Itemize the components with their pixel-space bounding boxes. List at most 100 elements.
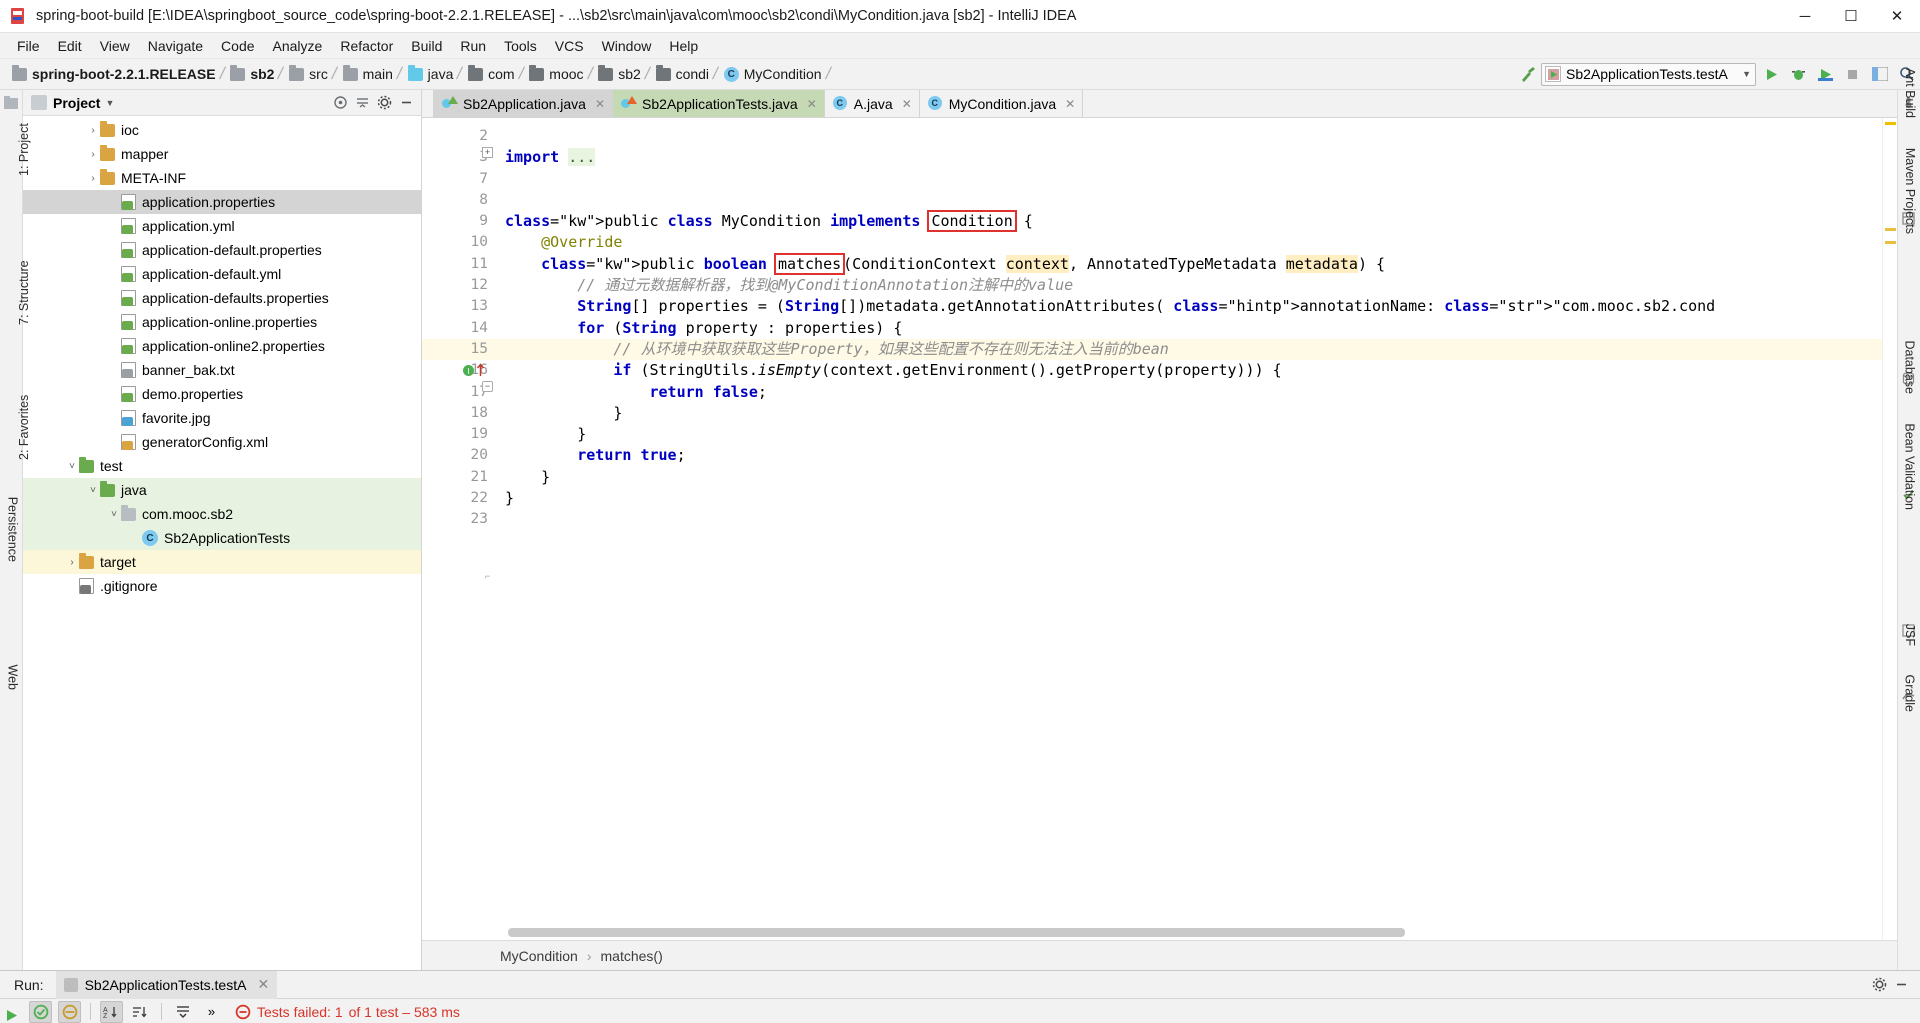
sort-alphabetically-icon[interactable]: AZ bbox=[100, 1000, 123, 1023]
tree-item-application-properties[interactable]: application.properties bbox=[23, 190, 421, 214]
editor-tab-sb2application[interactable]: Sb2Application.java ✕ bbox=[434, 90, 614, 117]
code-line-10[interactable]: @Override bbox=[497, 232, 1882, 253]
debug-button[interactable] bbox=[1785, 62, 1812, 87]
menu-item-edit[interactable]: Edit bbox=[49, 35, 91, 57]
sidebar-item-structure[interactable]: 7: Structure bbox=[17, 260, 31, 325]
sidebar-item-bean-validation[interactable]: Bean Validation bbox=[1903, 423, 1917, 510]
code-line-15[interactable]: // 从环境中获取获取这些Property，如果这些配置不存在则无法注入当前的b… bbox=[497, 338, 1882, 361]
code-line-11[interactable]: class="kw">public boolean matches (Condit… bbox=[497, 252, 1882, 275]
code-line-8[interactable] bbox=[497, 190, 1882, 211]
tree-item-com-mooc-sb2[interactable]: ˅ com.mooc.sb2 bbox=[23, 502, 421, 526]
scroll-from-source-icon[interactable] bbox=[329, 92, 351, 114]
expand-arrow-icon[interactable]: › bbox=[86, 125, 100, 136]
breadcrumb-item-src[interactable]: src bbox=[285, 59, 330, 90]
expand-all-icon[interactable] bbox=[171, 1001, 194, 1023]
breadcrumb-item-mooc[interactable]: mooc bbox=[525, 59, 585, 90]
hide-panel-icon[interactable] bbox=[395, 92, 417, 114]
breadcrumb-item-sb2[interactable]: sb2 bbox=[594, 59, 643, 90]
menu-item-navigate[interactable]: Navigate bbox=[139, 35, 212, 57]
close-icon[interactable]: ✕ bbox=[807, 97, 817, 111]
code-line-20[interactable]: return true; bbox=[497, 445, 1882, 466]
tree-item-banner-bak-txt[interactable]: banner_bak.txt bbox=[23, 358, 421, 382]
gear-icon[interactable] bbox=[373, 92, 395, 114]
more-icon[interactable]: » bbox=[200, 1001, 223, 1023]
warning-marker[interactable] bbox=[1885, 228, 1896, 231]
close-icon[interactable]: ✕ bbox=[257, 976, 269, 993]
code-line-12[interactable]: // 通过元数据解析器，找到@MyConditionAnnotation注解中的… bbox=[497, 275, 1882, 296]
editor-tab-sb2applicationtests[interactable]: Sb2ApplicationTests.java ✕ bbox=[613, 90, 825, 117]
menu-item-run[interactable]: Run bbox=[451, 35, 495, 57]
tree-item-application-default-yml[interactable]: application-default.yml bbox=[23, 262, 421, 286]
tree-item-application-online-properties[interactable]: application-online.properties bbox=[23, 310, 421, 334]
warning-marker[interactable] bbox=[1885, 122, 1896, 125]
warning-marker[interactable] bbox=[1885, 241, 1896, 244]
tree-item-sb2applicationtests[interactable]: C Sb2ApplicationTests bbox=[23, 526, 421, 550]
tree-item-application-yml[interactable]: application.yml bbox=[23, 214, 421, 238]
expand-arrow-icon[interactable]: › bbox=[86, 149, 100, 160]
expand-arrow-icon[interactable]: ˅ bbox=[107, 509, 121, 520]
gear-icon[interactable] bbox=[1868, 974, 1890, 996]
show-passed-icon[interactable] bbox=[29, 1000, 52, 1023]
close-icon[interactable]: ✕ bbox=[595, 97, 605, 111]
sidebar-item-project[interactable]: 1: Project bbox=[17, 123, 31, 176]
menu-item-tools[interactable]: Tools bbox=[495, 35, 546, 57]
fold-method-icon[interactable]: − bbox=[482, 381, 493, 392]
menu-item-help[interactable]: Help bbox=[660, 35, 707, 57]
menu-item-refactor[interactable]: Refactor bbox=[331, 35, 402, 57]
sidebar-item-database[interactable]: Database bbox=[1903, 340, 1917, 394]
close-button[interactable]: ✕ bbox=[1874, 0, 1920, 33]
expand-arrow-icon[interactable]: › bbox=[86, 173, 100, 184]
chevron-down-icon[interactable]: ▼ bbox=[105, 98, 114, 108]
sidebar-item-jsf[interactable]: JSF bbox=[1903, 624, 1917, 646]
breadcrumb-item-sb2[interactable]: sb2 bbox=[226, 59, 276, 90]
tree-item-target[interactable]: › target bbox=[23, 550, 421, 574]
sidebar-item-persistence[interactable]: Persistence bbox=[5, 497, 19, 562]
editor-tab-mycondition[interactable]: C MyCondition.java ✕ bbox=[920, 90, 1084, 117]
code-line-13[interactable]: String[] properties = (String[])metadata… bbox=[497, 296, 1882, 317]
expand-arrow-icon[interactable]: ˅ bbox=[86, 485, 100, 496]
horizontal-scrollbar[interactable] bbox=[508, 928, 1867, 937]
stop-button[interactable] bbox=[1839, 62, 1866, 87]
tree-item-mapper[interactable]: › mapper bbox=[23, 142, 421, 166]
layout-button[interactable] bbox=[1866, 62, 1893, 87]
menu-item-build[interactable]: Build bbox=[402, 35, 451, 57]
sidebar-item-ant-build[interactable]: Ant Build bbox=[1903, 68, 1917, 118]
code-content[interactable]: import ... class="kw">public class MyCon… bbox=[497, 118, 1882, 940]
breadcrumb-item-java[interactable]: java bbox=[404, 59, 456, 90]
breadcrumb-item-main[interactable]: main bbox=[339, 59, 395, 90]
sidebar-item-gradle[interactable]: Gradle bbox=[1903, 674, 1917, 712]
show-ignored-icon[interactable] bbox=[58, 1000, 81, 1023]
menu-item-window[interactable]: Window bbox=[593, 35, 661, 57]
breadcrumb-method[interactable]: matches() bbox=[601, 948, 663, 964]
breadcrumb-class[interactable]: MyCondition bbox=[500, 948, 578, 964]
sort-by-duration-icon[interactable] bbox=[129, 1001, 152, 1023]
build-hammer-icon[interactable] bbox=[1515, 62, 1541, 86]
collapse-all-icon[interactable] bbox=[351, 92, 373, 114]
breadcrumb-item-mycondition[interactable]: C MyCondition bbox=[720, 59, 824, 90]
run-tab[interactable]: Sb2ApplicationTests.testA ✕ bbox=[55, 970, 278, 999]
run-configuration-selector[interactable]: Sb2ApplicationTests.testA ▼ bbox=[1541, 62, 1756, 86]
sidebar-item-web[interactable]: Web bbox=[5, 665, 19, 690]
code-line-7[interactable] bbox=[497, 169, 1882, 190]
minimize-button[interactable]: ─ bbox=[1782, 0, 1828, 33]
run-with-coverage-button[interactable] bbox=[1812, 62, 1839, 87]
rerun-icon[interactable] bbox=[3, 1007, 20, 1023]
tree-item-test[interactable]: ˅ test bbox=[23, 454, 421, 478]
maximize-button[interactable]: ☐ bbox=[1828, 0, 1874, 33]
code-line-3[interactable]: import ... bbox=[497, 147, 1882, 168]
tree-item-java[interactable]: ˅ java bbox=[23, 478, 421, 502]
code-line-23[interactable] bbox=[497, 509, 1882, 530]
gutter-markers[interactable]: I bbox=[462, 363, 485, 377]
code-line-21[interactable]: } bbox=[497, 467, 1882, 488]
sidebar-item-favorites[interactable]: 2: Favorites bbox=[17, 395, 31, 460]
code-line-14[interactable]: for (String property : properties) { bbox=[497, 318, 1882, 339]
hide-panel-icon[interactable] bbox=[1890, 974, 1912, 996]
tree-item-favorite-jpg[interactable]: favorite.jpg bbox=[23, 406, 421, 430]
breadcrumb-item-spring-boot-2-2-1-release[interactable]: spring-boot-2.2.1.RELEASE bbox=[8, 59, 218, 90]
editor-tab-a[interactable]: C A.java ✕ bbox=[825, 90, 920, 117]
code-line-9[interactable]: class="kw">public class MyCondition impl… bbox=[497, 210, 1882, 233]
tree-item-generatorconfig-xml[interactable]: generatorConfig.xml bbox=[23, 430, 421, 454]
editor-gutter[interactable]: + − ⌐ 237891011121314151617181920212223I bbox=[422, 118, 497, 940]
project-tool-icon[interactable] bbox=[4, 96, 19, 111]
fold-end-icon[interactable]: ⌐ bbox=[482, 572, 493, 583]
